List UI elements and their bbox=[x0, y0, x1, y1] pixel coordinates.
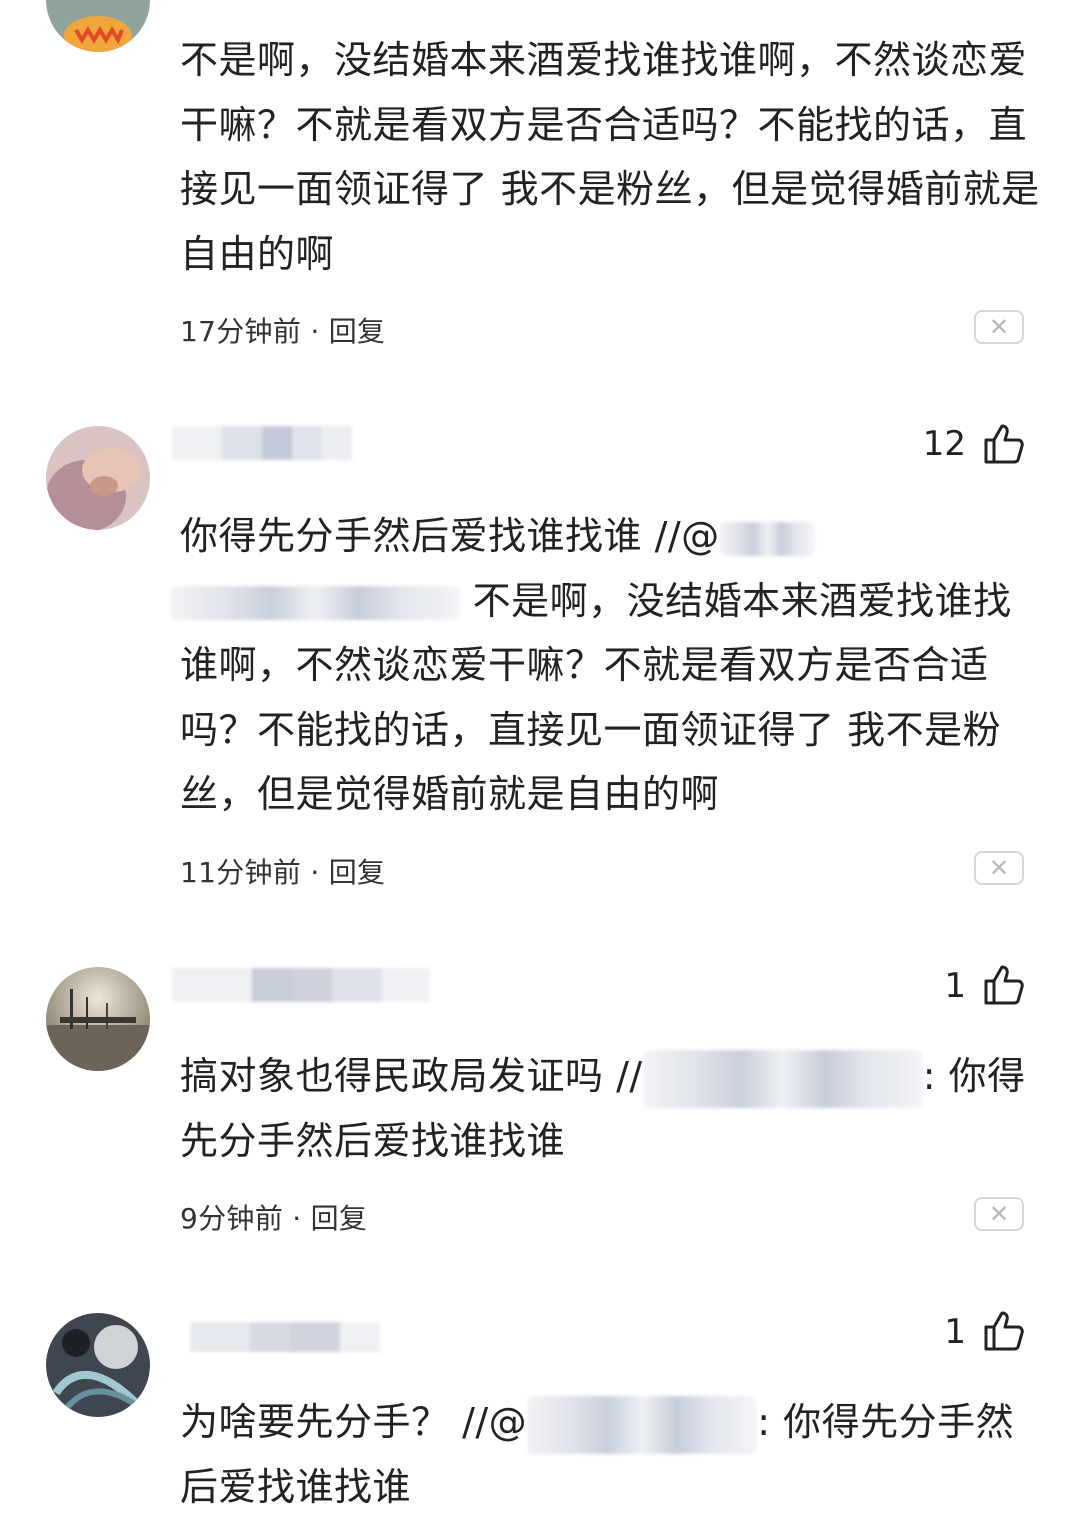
mention-blurred[interactable] bbox=[719, 521, 815, 556]
comment-meta: 17分钟前 · 回复 bbox=[180, 310, 385, 350]
comment-text: 不是啊，没结婚本来酒爱找谁找谁啊，不然谈恋爱干嘛？不就是看双方是否合适吗？不能找… bbox=[180, 38, 1040, 276]
meta-separator: · bbox=[310, 856, 320, 889]
avatar[interactable] bbox=[46, 426, 150, 530]
comment-body: 为啥要先分手？ //@ bbox=[180, 1400, 528, 1444]
username-blurred[interactable] bbox=[172, 426, 352, 460]
mention-blurred[interactable] bbox=[170, 586, 460, 620]
reply-button[interactable]: 回复 bbox=[329, 856, 386, 889]
comment-body: 搞对象也得民政局发证吗 // bbox=[180, 1054, 643, 1098]
comment-text: 你得先分手然后爱找谁找谁 //@ 不是啊，没结婚本来酒爱找谁找谁啊，不然谈恋爱干… bbox=[170, 504, 1040, 827]
comment-time: 17分钟前 bbox=[180, 315, 302, 348]
meta-separator: · bbox=[310, 315, 320, 348]
avatar[interactable] bbox=[46, 1313, 150, 1417]
close-icon[interactable]: ✕ bbox=[974, 310, 1024, 344]
like-count: 1 bbox=[944, 1312, 966, 1352]
thumbs-up-icon[interactable] bbox=[980, 961, 1028, 1009]
close-icon[interactable]: ✕ bbox=[974, 1197, 1024, 1231]
comment-time: 11分钟前 bbox=[180, 856, 302, 889]
mention-blurred[interactable] bbox=[527, 1395, 758, 1454]
comment-text: 搞对象也得民政局发证吗 //: 你得先分手然后爱找谁找谁 bbox=[180, 1044, 1040, 1173]
username-blurred[interactable] bbox=[190, 1322, 380, 1352]
like-count: 12 bbox=[922, 424, 966, 464]
thumbs-up-icon[interactable] bbox=[980, 420, 1028, 468]
avatar[interactable] bbox=[46, 967, 150, 1071]
comment-body: 你得先分手然后爱找谁找谁 //@ bbox=[180, 514, 720, 558]
comment-meta: 11分钟前 · 回复 bbox=[180, 851, 385, 891]
thumbs-up-icon[interactable] bbox=[980, 1307, 1028, 1355]
comment-text: 为啥要先分手？ //@: 你得先分手然后爱找谁找谁 bbox=[180, 1390, 1040, 1519]
reply-button[interactable]: 回复 bbox=[329, 315, 386, 348]
comment-time: 9分钟前 bbox=[180, 1202, 284, 1235]
mention-blurred[interactable] bbox=[642, 1049, 923, 1108]
comment-meta: 9分钟前 · 回复 bbox=[180, 1197, 367, 1237]
close-icon[interactable]: ✕ bbox=[974, 851, 1024, 885]
like-count: 1 bbox=[944, 966, 966, 1006]
meta-separator: · bbox=[292, 1202, 302, 1235]
username-blurred[interactable] bbox=[172, 968, 430, 1002]
avatar[interactable] bbox=[46, 0, 150, 52]
reply-button[interactable]: 回复 bbox=[311, 1202, 368, 1235]
